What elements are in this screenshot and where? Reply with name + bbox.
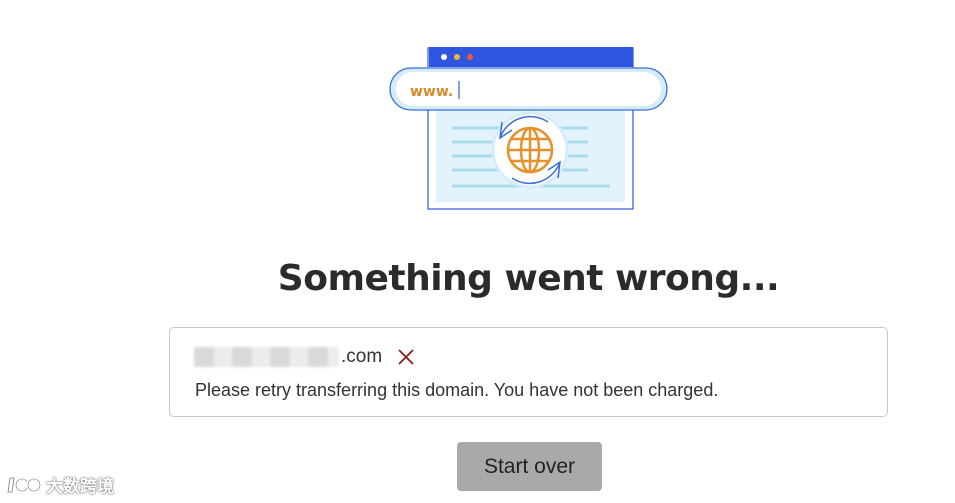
domain-row: .com [194, 344, 416, 370]
watermark-logo-icon [7, 477, 42, 492]
redacted-domain-name [194, 347, 339, 367]
transfer-result-card: .com Please retry transferring this doma… [169, 327, 888, 417]
domain-suffix: .com [341, 346, 383, 367]
close-icon [398, 349, 414, 365]
globe-icon [506, 126, 554, 174]
domain-transfer-illustration: www. [389, 47, 668, 210]
watermark-text: 大数跨境 [46, 477, 114, 497]
page-title: Something went wrong... [277, 258, 780, 299]
watermark: 大数跨境 [6, 472, 114, 497]
start-over-button[interactable]: Start over [457, 442, 602, 491]
url-text: www. [410, 84, 453, 100]
error-message: Please retry transferring this domain. Y… [195, 380, 719, 400]
